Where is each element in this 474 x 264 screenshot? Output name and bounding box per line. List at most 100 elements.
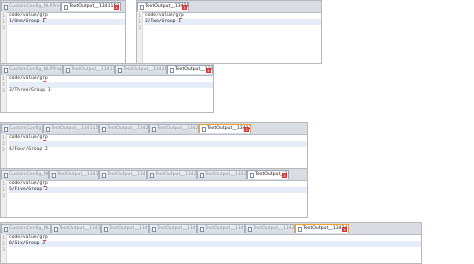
tab[interactable]: TextOutput__1342823.txtx <box>137 2 189 11</box>
document-icon <box>297 226 302 232</box>
tab-label: TextOutput__1342823.txt <box>107 172 146 177</box>
editor-pane: CustomConfig_NLPPreprocessor.sqlTextOutp… <box>0 0 126 64</box>
line-number-gutter: 123 <box>1 75 7 112</box>
document-icon <box>3 172 8 178</box>
tab[interactable]: TextOutput__1342352.txt <box>245 224 295 233</box>
editor-pane: CustomConfig_NLPPreprocessor.sql TextOutp… <box>0 222 422 264</box>
tab[interactable]: TextOutput__1341152.txt <box>43 124 99 133</box>
tab-label: TextOutput__1342223.txt <box>205 226 244 231</box>
tab[interactable]: TextOutput__1342352.txtx <box>247 170 289 179</box>
tab[interactable]: TextOutput__1341152.txt <box>49 170 99 179</box>
spell-error-token: grp <box>39 76 48 81</box>
tab[interactable]: TextOutput__1342112.txt <box>149 124 199 133</box>
document-icon <box>103 226 108 232</box>
tab[interactable]: TextOutput__1341152.txt <box>63 65 115 74</box>
tab[interactable]: TextOutput__1342823.txt <box>115 65 167 74</box>
line-number-gutter: 123 <box>1 180 7 217</box>
tab[interactable]: CustomConfig_NLPPreprocessor.sql <box>1 224 51 233</box>
document-icon <box>45 126 50 132</box>
tab-label: TextOutput__1342223.txt <box>205 172 247 177</box>
spell-error-token: grp <box>39 181 48 186</box>
document-icon <box>247 226 252 232</box>
close-tab-button[interactable]: x <box>206 67 211 73</box>
tab-label: CustomConfig_NLPPreprocessor.sql <box>9 67 63 72</box>
spell-error-token: grp <box>39 235 48 240</box>
document-icon <box>169 67 174 73</box>
tab-label: CustomConfig_NLPPreprocessor.sql <box>9 172 49 177</box>
tab[interactable]: CustomConfig_NLPPreprocessor.sql <box>1 124 43 133</box>
tab[interactable]: TextOutput__1342112.txt <box>149 224 197 233</box>
tab[interactable]: CustomConfig_NLPPreprocessor.sql <box>1 65 63 74</box>
close-tab-button[interactable]: x <box>114 4 119 10</box>
document-icon <box>149 172 154 178</box>
tab[interactable]: TextOutput__1342823.txt <box>99 170 147 179</box>
line-number-gutter: 123 <box>1 234 7 263</box>
tab-label: TextOutput__1342112.txt <box>157 226 196 231</box>
code-text: code/value/ <box>9 13 40 18</box>
line-number: 3 <box>2 25 5 30</box>
tab-bar: CustomConfig_NLPPreprocessor.sql TextOutp… <box>1 223 421 235</box>
spell-error-token: grp <box>39 135 48 140</box>
code-text: code/value/ <box>9 181 40 186</box>
tab-label: TextOutput__1342823.txt <box>107 126 149 131</box>
tab[interactable]: TextOutput__1342823.txt <box>99 124 149 133</box>
tab-label: TextOutput__1342112.txt <box>157 126 199 131</box>
tab-label: TextOutput__1341152.txt <box>59 226 101 231</box>
document-icon <box>3 126 8 132</box>
document-icon <box>101 126 106 132</box>
tab[interactable]: TextOutput__1342112.txtx <box>167 65 213 74</box>
code-text: 2/Two/Group 1 <box>145 19 181 24</box>
document-icon <box>101 172 106 178</box>
document-icon <box>151 126 156 132</box>
close-tab-button[interactable]: x <box>342 226 347 232</box>
document-icon <box>117 67 122 73</box>
document-icon <box>3 67 8 73</box>
line-number-gutter: 123 <box>1 134 7 171</box>
tab[interactable]: TextOutput__1341152.txtx <box>61 2 121 11</box>
line-number: 3 <box>138 25 141 30</box>
line-number: 3 <box>2 88 5 93</box>
tab-label: TextOutput__1341152.txt <box>71 67 115 72</box>
tab-bar: CustomConfig_NLPPreprocessor.sqlTextOutp… <box>1 1 125 13</box>
tab-label: CustomConfig_NLPPreprocessor.sql <box>9 4 60 9</box>
code-text: 4/Four/Group 2 <box>9 147 48 152</box>
code-line[interactable] <box>9 25 125 31</box>
code-line[interactable]: 3/Three/Group 1 <box>9 88 213 94</box>
document-icon <box>199 172 204 178</box>
tab[interactable]: CustomConfig_NLPPreprocessor.sql <box>1 170 49 179</box>
tab[interactable]: TextOutput__1342223.txtx <box>199 124 251 133</box>
code-text: 6/Six/Group 3 <box>9 241 45 246</box>
code-text: 5/Five/Group 2 <box>9 187 48 192</box>
close-tab-button[interactable]: x <box>282 172 287 178</box>
tab-bar: CustomConfig_NLPPreprocessor.sqlTextOutp… <box>1 123 307 135</box>
code-line[interactable]: 4/Four/Group 2 <box>9 147 307 153</box>
tab-label: TextOutput__1342112.txt <box>155 172 197 177</box>
document-icon <box>249 172 254 178</box>
close-tab-button[interactable]: x <box>244 126 249 132</box>
tab-label: CustomConfig_NLPPreprocessor.sql <box>9 226 51 231</box>
code-text: code/value/ <box>9 76 40 81</box>
code-text: 3/Three/Group 1 <box>9 88 51 93</box>
line-number-gutter: 123 <box>137 12 143 63</box>
tab-label: TextOutput__1341152.txt <box>57 172 99 177</box>
line-number-gutter: 123 <box>1 12 7 63</box>
tab-label: TextOutput__1342823.txt <box>123 67 167 72</box>
code-line[interactable] <box>145 25 321 31</box>
tab[interactable]: TextOutput__1342112.txt <box>147 170 197 179</box>
tab[interactable]: TextOutput__1342223.txt <box>197 170 247 179</box>
close-tab-button[interactable]: x <box>182 4 187 10</box>
line-number: 3 <box>2 193 5 198</box>
document-icon <box>53 226 58 232</box>
editor-pane: CustomConfig_NLPPreprocessor.sql TextOutp… <box>0 63 214 113</box>
line-number: 3 <box>2 147 5 152</box>
tab[interactable]: TextOutput__1342223.txt <box>197 224 245 233</box>
code-line[interactable] <box>9 193 307 199</box>
document-icon <box>139 4 144 10</box>
document-icon <box>65 67 70 73</box>
spell-error-token: grp <box>39 13 48 18</box>
tab[interactable]: TextOutput__1342423.txtx <box>295 224 349 233</box>
tab[interactable]: TextOutput__1341152.txt <box>51 224 101 233</box>
tab[interactable]: CustomConfig_NLPPreprocessor.sql <box>1 2 61 11</box>
code-line[interactable] <box>9 247 421 253</box>
tab[interactable]: TextOutput__1342823.txt <box>101 224 149 233</box>
